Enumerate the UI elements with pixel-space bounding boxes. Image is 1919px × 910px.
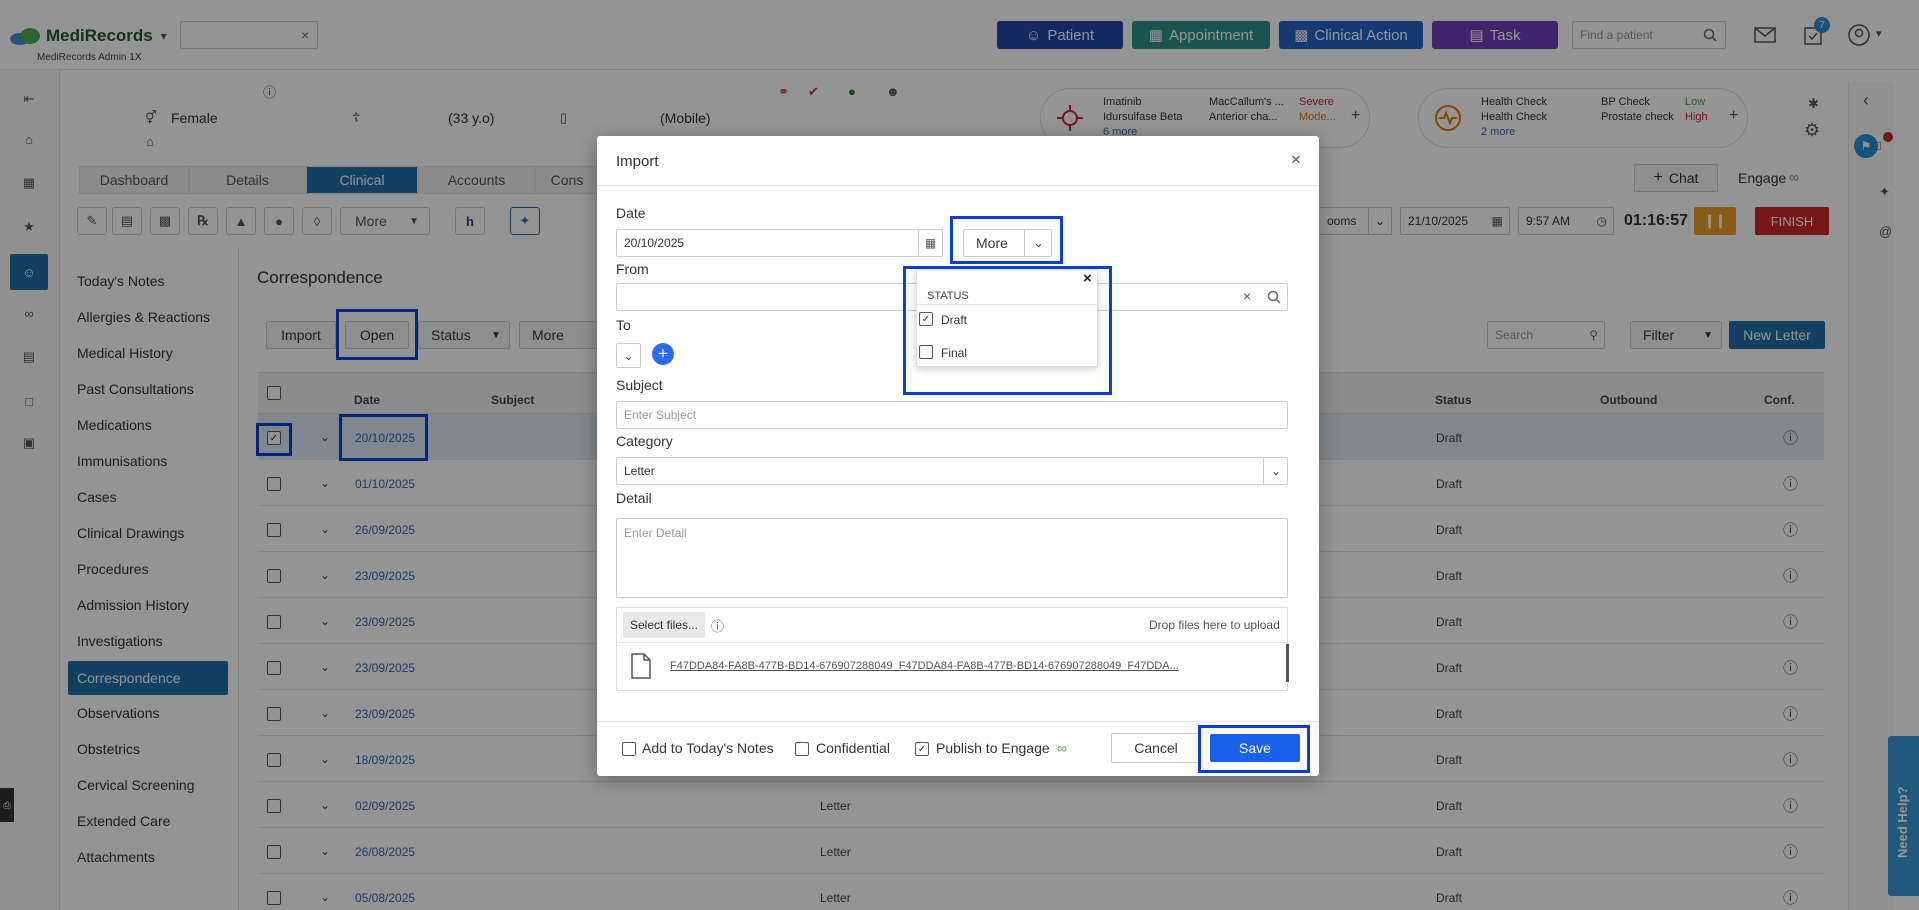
date-input[interactable]: 20/10/2025 (616, 229, 943, 257)
subject-input[interactable]: Enter Subject (616, 401, 1288, 429)
dropdown-divider (917, 304, 1099, 305)
from-label: From (616, 261, 649, 277)
highlight-more-button (950, 216, 1063, 264)
detail-placeholder: Enter Detail (624, 526, 687, 540)
confidential-checkbox[interactable] (795, 742, 809, 756)
select-files-button[interactable]: Select files... (623, 612, 705, 638)
add-recipient-icon[interactable]: + (652, 343, 674, 365)
to-label: To (616, 317, 631, 333)
publish-to-engage-checkbox[interactable]: ✓ (915, 742, 929, 756)
status-option-label[interactable]: Draft (941, 313, 967, 327)
import-dialog: Import × Date 20/10/2025 ▦ More ⌄ From ×… (597, 136, 1319, 776)
date-label: Date (616, 205, 646, 221)
footer-divider (597, 721, 1319, 722)
clear-from-icon[interactable]: × (1243, 288, 1251, 304)
add-to-todays-notes-checkbox[interactable] (622, 742, 636, 756)
close-icon[interactable]: × (1291, 150, 1301, 170)
calendar-icon[interactable]: ▦ (918, 229, 943, 257)
uploaded-file-link[interactable]: F47DDA84-FA8B-477B-BD14-676907288049_F47… (670, 660, 1179, 672)
status-dropdown: × STATUS ✓ Draft Final (916, 269, 1099, 367)
detail-textarea[interactable]: Enter Detail (616, 518, 1288, 598)
cancel-button[interactable]: Cancel (1111, 733, 1201, 763)
dialog-header (597, 136, 1319, 186)
confidential-label: Confidential (816, 740, 890, 756)
info-icon[interactable]: ⓘ (711, 616, 724, 635)
add-to-todays-notes-label: Add to Today's Notes (642, 740, 774, 756)
category-select[interactable]: Letter (616, 457, 1288, 485)
subject-label: Subject (616, 377, 663, 393)
drop-files-label: Drop files here to upload (1149, 618, 1280, 632)
status-option-checkbox[interactable]: ✓ (919, 312, 933, 326)
date-value: 20/10/2025 (624, 236, 685, 250)
subject-placeholder: Enter Subject (624, 408, 697, 422)
category-label: Category (616, 433, 673, 449)
status-dropdown-header: STATUS (927, 290, 969, 302)
dialog-title: Import (616, 153, 659, 170)
status-option-label[interactable]: Final (941, 346, 967, 360)
chevron-down-icon[interactable]: ⌄ (1263, 457, 1288, 485)
category-value: Letter (624, 464, 655, 478)
file-list-scrollbar[interactable] (1286, 644, 1289, 682)
close-icon[interactable]: × (1083, 270, 1092, 287)
detail-label: Detail (616, 490, 652, 506)
publish-to-engage-label: Publish to Engage (936, 740, 1050, 756)
search-icon[interactable] (1267, 290, 1281, 304)
highlight-save-button (1198, 725, 1310, 773)
file-icon (631, 653, 651, 679)
link-icon: ∞ (1057, 740, 1067, 756)
status-option-checkbox[interactable] (919, 345, 933, 359)
to-dropdown-chevron-icon[interactable]: ⌄ (616, 343, 641, 368)
